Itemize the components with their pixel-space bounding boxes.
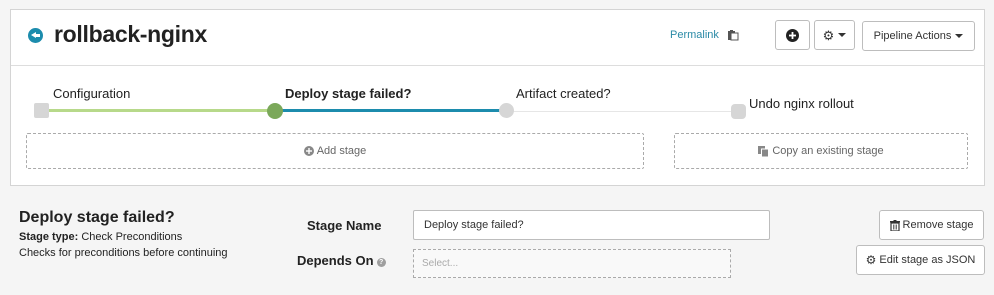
stage-name-label: Stage Name (307, 218, 382, 233)
add-stage-label: Add stage (316, 145, 367, 157)
plus-circle-icon (303, 146, 314, 156)
stage-node-configuration[interactable] (34, 103, 49, 118)
pipeline-title: rollback-nginx (54, 21, 207, 47)
plus-circle-icon (786, 28, 799, 42)
permalink-link[interactable]: Permalink (670, 29, 719, 41)
chevron-down-icon (955, 34, 964, 38)
settings-button[interactable]: ⚙ (814, 20, 855, 50)
stage-node-deploy-stage-failed[interactable] (267, 103, 283, 119)
stage-label-configuration[interactable]: Configuration (53, 86, 130, 101)
stage-name-input[interactable]: Deploy stage failed? (413, 210, 770, 240)
gear-icon: ⚙ (865, 253, 877, 267)
chevron-down-icon (838, 33, 847, 37)
copy-icon (758, 145, 770, 157)
remove-stage-label: Remove stage (902, 219, 974, 231)
stage-node-undo-nginx-rollout[interactable] (731, 104, 746, 119)
gear-icon: ⚙ (822, 27, 835, 43)
depends-on-select[interactable]: Select... (413, 249, 731, 278)
clipboard-icon[interactable] (727, 29, 739, 41)
pipeline-header: rollback-nginx Permalink ⚙ Pipeline Acti… (11, 10, 984, 66)
depends-on-label: Depends On (297, 253, 374, 268)
edit-stage-json-label: Edit stage as JSON (879, 254, 976, 266)
copy-stage-label: Copy an existing stage (772, 145, 884, 157)
edit-stage-json-button[interactable]: ⚙ Edit stage as JSON (856, 245, 985, 275)
stage-description: Checks for preconditions before continui… (19, 247, 228, 259)
graph-edge-active (275, 109, 507, 112)
add-button[interactable] (775, 20, 810, 50)
pipeline-panel: rollback-nginx Permalink ⚙ Pipeline Acti… (10, 9, 985, 186)
pipeline-actions-label: Pipeline Actions (873, 30, 952, 42)
graph-edge-config (49, 109, 275, 112)
stage-type-value: Check Preconditions (81, 231, 183, 243)
stage-label-artifact-created[interactable]: Artifact created? (516, 86, 611, 101)
stage-node-artifact-created[interactable] (499, 103, 514, 118)
copy-stage-button[interactable]: Copy an existing stage (674, 133, 968, 169)
stage-label-undo-nginx-rollout[interactable]: Undo nginx rollout (749, 96, 854, 111)
depends-on-label-wrap: Depends On? (297, 253, 386, 268)
add-stage-button[interactable]: Add stage (26, 133, 644, 169)
pipeline-graph: Configuration Deploy stage failed? Artif… (11, 67, 984, 185)
pipeline-actions-button[interactable]: Pipeline Actions (862, 21, 975, 51)
help-icon[interactable]: ? (376, 258, 386, 267)
back-arrow-icon[interactable] (28, 28, 43, 43)
trash-icon (889, 219, 900, 231)
stage-detail-title: Deploy stage failed? (19, 209, 175, 226)
graph-edge-pending (507, 111, 739, 112)
remove-stage-button[interactable]: Remove stage (879, 210, 984, 240)
stage-label-deploy-stage-failed[interactable]: Deploy stage failed? (285, 86, 411, 101)
stage-type: Stage type: Check Preconditions (19, 231, 182, 243)
stage-type-prefix: Stage type: (19, 231, 79, 243)
